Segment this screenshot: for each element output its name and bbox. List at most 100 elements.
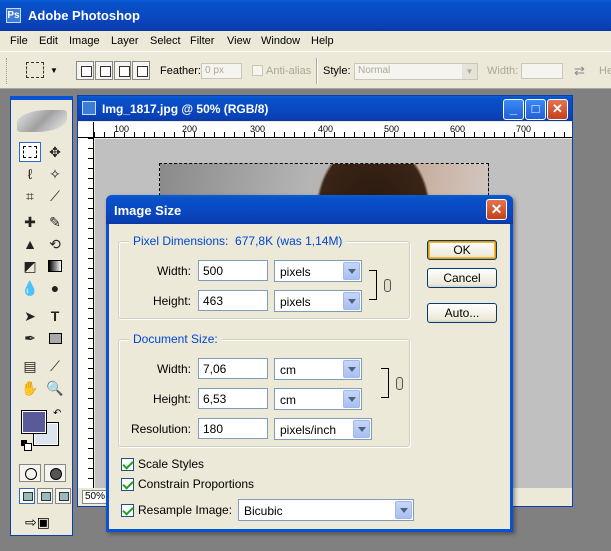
menu-window[interactable]: Window (261, 35, 300, 47)
menu-select[interactable]: Select (150, 35, 181, 47)
options-grip[interactable] (6, 58, 10, 84)
standard-mode-button[interactable] (19, 464, 41, 482)
magic-wand-tool[interactable]: ✧ (44, 164, 66, 184)
full-screen-button[interactable] (55, 488, 71, 504)
vertical-ruler[interactable] (78, 138, 94, 488)
antialias-checkbox[interactable] (252, 65, 263, 76)
antialias-label: Anti-alias (266, 65, 312, 77)
add-selection-icon[interactable] (94, 61, 113, 80)
default-colors-icon[interactable] (21, 440, 32, 451)
intersect-selection-icon[interactable] (132, 61, 150, 80)
gradient-tool[interactable] (44, 256, 66, 276)
chain-link-icon (384, 279, 391, 292)
scale-styles-label: Scale Styles (138, 457, 205, 471)
history-brush-tool[interactable]: ⟲ (44, 234, 66, 254)
cancel-button[interactable]: Cancel (427, 268, 497, 288)
menu-view[interactable]: View (227, 35, 251, 47)
move-tool[interactable]: ✥ (44, 142, 66, 162)
hand-tool[interactable]: ✋ (19, 378, 41, 398)
clone-stamp-tool[interactable]: ▲ (19, 234, 41, 254)
dialog-close-button[interactable]: ✕ (486, 199, 507, 220)
width-input[interactable] (521, 63, 563, 79)
auto-button[interactable]: Auto... (427, 303, 497, 323)
type-tool[interactable]: T (44, 306, 66, 326)
scale-styles-checkbox[interactable] (121, 458, 134, 471)
new-selection-icon[interactable] (76, 61, 94, 80)
full-screen-menu-button[interactable] (37, 488, 53, 504)
chevron-down-icon[interactable]: ▼ (50, 66, 58, 75)
menu-image[interactable]: Image (69, 35, 100, 47)
chevron-down-icon: ▼ (462, 64, 477, 79)
path-selection-tool[interactable]: ➤ (19, 306, 41, 326)
ruler-label: 600 (450, 124, 466, 134)
pixel-width-unit-select[interactable]: pixels (274, 260, 362, 282)
blur-tool[interactable]: 💧 (19, 278, 41, 298)
options-divider (316, 58, 318, 84)
color-swatches: ↶ (21, 408, 65, 452)
chevron-down-icon (343, 292, 360, 310)
resample-method-select[interactable]: Bicubic (238, 499, 414, 521)
maximize-button[interactable]: □ (525, 99, 546, 120)
swap-icon[interactable]: ⇄ (574, 63, 585, 79)
healing-brush-tool[interactable]: ✚ (19, 212, 41, 232)
notes-tool[interactable]: ▤ (19, 356, 41, 376)
pen-tool[interactable]: ✒ (19, 328, 41, 348)
zoom-tool[interactable]: 🔍 (44, 378, 66, 398)
ok-button[interactable]: OK (427, 240, 497, 260)
doc-width-label: Width: (156, 362, 191, 376)
standard-screen-button[interactable] (19, 488, 35, 504)
doc-width-input[interactable]: 7,06 (198, 358, 268, 379)
menu-help[interactable]: Help (311, 35, 334, 47)
ruler-corner[interactable] (78, 122, 94, 138)
resample-image-checkbox[interactable] (121, 504, 134, 517)
subtract-selection-icon[interactable] (113, 61, 132, 80)
menu-layer[interactable]: Layer (111, 35, 139, 47)
toolbox: ✥ ℓ ✧ ⌗ ⟋ ✚ ✎ ▲ ⟲ ◩ 💧 ● ➤ T ✒ ▤ ⟋ ✋ 🔍 ↶ … (10, 96, 73, 536)
options-bar: ▼ Feather: 0 px Anti-alias Style: Normal… (0, 51, 611, 89)
ruler-label: 400 (318, 124, 334, 134)
ruler-label: 100 (114, 124, 130, 134)
resolution-input[interactable]: 180 (198, 418, 268, 439)
swap-colors-icon[interactable]: ↶ (53, 408, 61, 419)
lasso-tool[interactable]: ℓ (19, 164, 41, 184)
image-size-dialog: Image Size ✕ Pixel Dimensions: 677,8K (w… (106, 195, 513, 532)
menu-file[interactable]: File (10, 35, 28, 47)
horizontal-ruler[interactable]: 100 200 300 400 500 600 700 (94, 122, 572, 138)
pixel-height-input[interactable]: 463 (198, 290, 268, 311)
foreground-color-swatch[interactable] (21, 410, 47, 434)
slice-tool[interactable]: ⟋ (44, 186, 66, 206)
feather-input[interactable]: 0 px (201, 63, 242, 79)
app-title: Adobe Photoshop (28, 8, 140, 23)
pixel-dimensions-summary: 677,8K (was 1,14M) (235, 234, 343, 248)
quick-mask-button[interactable] (44, 464, 66, 482)
feather-logo-icon (17, 110, 67, 132)
doc-width-unit-select[interactable]: cm (274, 358, 362, 380)
menu-filter[interactable]: Filter (190, 35, 214, 47)
brush-tool[interactable]: ✎ (44, 212, 66, 232)
resample-method: Bicubic (244, 504, 283, 518)
minimize-button[interactable]: _ (503, 99, 524, 120)
constrain-proportions-checkbox[interactable] (121, 478, 134, 491)
close-button[interactable]: ✕ (547, 99, 568, 120)
doc-height-unit-select[interactable]: cm (274, 388, 362, 410)
eraser-tool[interactable]: ◩ (19, 256, 41, 276)
chevron-down-icon (343, 390, 360, 408)
eyedropper-tool[interactable]: ⟋ (44, 356, 66, 376)
jump-to-imageready-icon[interactable]: ⇨▣ (25, 514, 55, 532)
resolution-unit-select[interactable]: pixels/inch (274, 418, 372, 440)
rectangular-marquee-tool[interactable] (19, 142, 41, 162)
crop-tool[interactable]: ⌗ (19, 186, 41, 206)
menu-edit[interactable]: Edit (39, 35, 58, 47)
marquee-preset-icon[interactable] (26, 62, 44, 78)
pixel-width-input[interactable]: 500 (198, 260, 268, 281)
zoom-status[interactable]: 50% (82, 490, 108, 504)
pixel-height-unit-select[interactable]: pixels (274, 290, 362, 312)
dodge-tool[interactable]: ● (44, 278, 66, 298)
chevron-down-icon (343, 360, 360, 378)
shape-tool[interactable] (44, 328, 66, 348)
pixel-width-unit: pixels (280, 265, 311, 279)
photoshop-icon: Ps (6, 8, 21, 23)
style-select[interactable]: Normal ▼ (354, 63, 478, 80)
doc-height-label: Height: (152, 392, 191, 406)
doc-height-input[interactable]: 6,53 (198, 388, 268, 409)
